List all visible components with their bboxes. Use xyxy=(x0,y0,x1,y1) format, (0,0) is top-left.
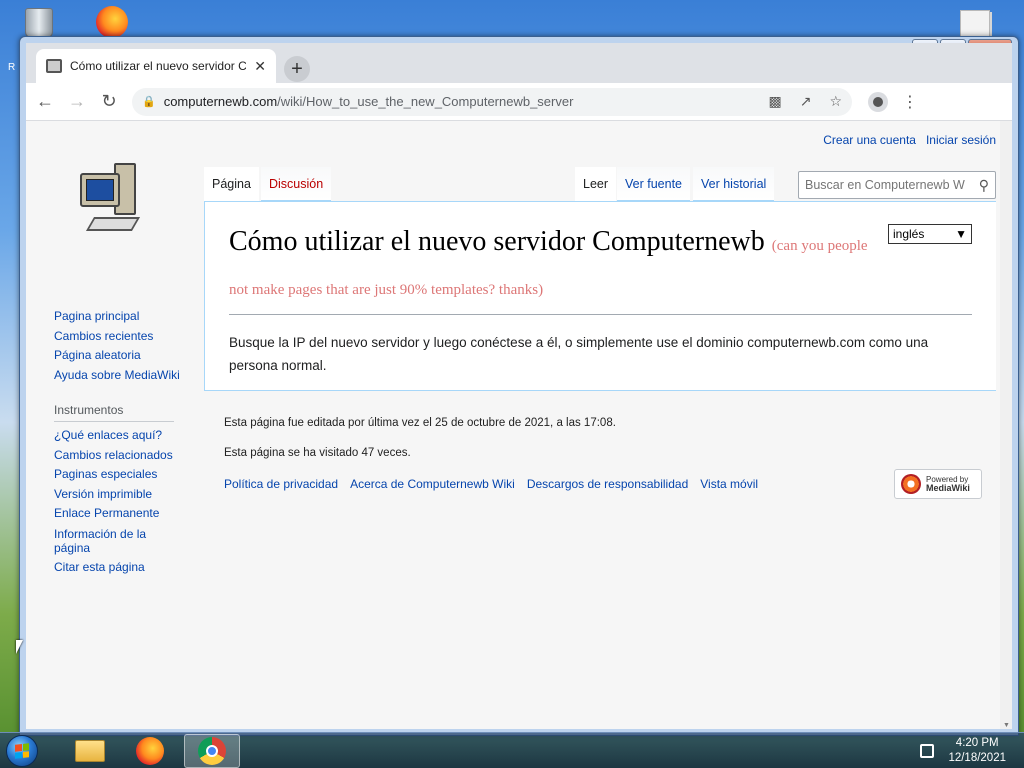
privacy-link[interactable]: Política de privacidad xyxy=(224,477,338,491)
folder-icon xyxy=(75,740,105,762)
firefox-icon xyxy=(136,737,164,765)
mouse-cursor-icon xyxy=(16,640,23,654)
login-link[interactable]: Iniciar sesión xyxy=(926,133,996,147)
browser-tab[interactable]: Cómo utilizar el nuevo servidor C ✕ xyxy=(36,49,276,83)
bookmark-star-icon[interactable]: ☆ xyxy=(829,93,842,110)
article-body: Busque la IP del nuevo servidor y luego … xyxy=(229,335,929,373)
tab-read-label: Leer xyxy=(583,176,609,191)
page-viewport: Crear una cuenta Iniciar sesión Pagina p… xyxy=(26,121,1012,729)
disclaimers-link[interactable]: Descargos de responsabilidad xyxy=(527,477,688,491)
sidebar-item-related-changes[interactable]: Cambios relacionados xyxy=(54,446,184,466)
search-icon[interactable]: ⚲ xyxy=(979,177,989,194)
powered-by-mediawiki-badge[interactable]: Powered by MediaWiki xyxy=(894,469,982,499)
sidebar-item-permalink[interactable]: Enlace Permanente xyxy=(54,504,184,524)
sidebar-item-main-page[interactable]: Pagina principal xyxy=(54,307,184,327)
site-logo[interactable] xyxy=(76,159,148,239)
sidebar: Pagina principal Cambios recientes Págin… xyxy=(54,307,184,577)
personal-tools: Crear una cuenta Iniciar sesión xyxy=(823,133,996,147)
tab-strip: Cómo utilizar el nuevo servidor C ✕ + xyxy=(26,43,1012,83)
share-icon[interactable]: ↗ xyxy=(800,93,812,110)
sidebar-item-special-pages[interactable]: Paginas especiales xyxy=(54,465,184,485)
profile-avatar-icon[interactable] xyxy=(868,91,888,112)
search-box: ⚲ xyxy=(798,171,996,199)
article-content: inglés ▼ Cómo utilizar el nuevo servidor… xyxy=(204,201,996,391)
scroll-down-arrow-icon[interactable]: ▼ xyxy=(1003,722,1010,729)
taskbar-firefox[interactable] xyxy=(122,734,178,768)
system-tray: 4:20 PM 12/18/2021 xyxy=(920,736,1006,766)
windows-logo-icon xyxy=(15,743,29,759)
desktop-label: R xyxy=(8,62,16,73)
chrome-icon xyxy=(198,737,226,765)
tab-history[interactable]: Ver historial xyxy=(693,167,775,201)
recycle-bin-icon[interactable] xyxy=(22,6,56,40)
tab-discussion[interactable]: Discusión xyxy=(261,167,332,201)
language-select-value: inglés xyxy=(893,227,925,241)
sidebar-item-random-page[interactable]: Página aleatoria xyxy=(54,346,184,366)
reload-icon[interactable]: ↻ xyxy=(96,91,122,112)
translate-icon[interactable]: ▩ xyxy=(768,93,781,110)
page-footer: Esta página fue editada por última vez e… xyxy=(224,417,982,499)
sidebar-tools-heading: Instrumentos xyxy=(54,403,174,422)
page-title-text: Cómo utilizar el nuevo servidor Computer… xyxy=(229,226,765,257)
tab-read[interactable]: Leer xyxy=(575,167,617,201)
network-icon[interactable] xyxy=(920,744,935,758)
browser-window: — ❐ ✕ Cómo utilizar el nuevo servidor C … xyxy=(19,36,1019,736)
badge-line2: MediaWiki xyxy=(926,483,970,493)
clock[interactable]: 4:20 PM 12/18/2021 xyxy=(948,736,1006,766)
tab-page[interactable]: Página xyxy=(204,167,259,201)
sidebar-item-what-links-here[interactable]: ¿Qué enlaces aquí? xyxy=(54,426,184,446)
tab-view-source[interactable]: Ver fuente xyxy=(617,167,690,201)
back-arrow-icon[interactable]: ← xyxy=(32,91,58,112)
computer-monitor-icon xyxy=(80,173,120,207)
scrollbar[interactable]: ▼ xyxy=(1000,121,1012,729)
url-host: computernewb.com xyxy=(163,94,278,109)
forward-arrow-icon[interactable]: → xyxy=(64,91,90,112)
search-input[interactable] xyxy=(805,178,979,192)
page-title: Cómo utilizar el nuevo servidor Computer… xyxy=(229,222,869,310)
start-button[interactable] xyxy=(6,735,46,767)
address-bar[interactable]: 🔒 computernewb.com/wiki/How_to_use_the_n… xyxy=(132,87,852,116)
computer-favicon-icon xyxy=(46,59,62,73)
menu-kebab-icon[interactable]: ⋮ xyxy=(902,92,918,112)
close-tab-icon[interactable]: ✕ xyxy=(254,58,266,75)
taskbar-explorer[interactable] xyxy=(62,734,118,768)
title-divider xyxy=(229,314,972,315)
create-account-link[interactable]: Crear una cuenta xyxy=(823,133,916,147)
mobile-view-link[interactable]: Vista móvil xyxy=(700,477,758,491)
page-tabs: Página Discusión Leer Ver fuente Ver his… xyxy=(204,167,996,201)
tab-discussion-label: Discusión xyxy=(269,176,324,191)
language-select[interactable]: inglés ▼ xyxy=(888,224,972,244)
sidebar-item-recent-changes[interactable]: Cambios recientes xyxy=(54,327,184,347)
view-count-info: Esta página se ha visitado 47 veces. xyxy=(224,447,411,459)
browser-toolbar: ← → ↻ 🔒 computernewb.com/wiki/How_to_use… xyxy=(26,83,1012,121)
taskbar-chrome[interactable] xyxy=(184,734,240,768)
about-link[interactable]: Acerca de Computernewb Wiki xyxy=(350,477,515,491)
sidebar-item-printable[interactable]: Versión imprimible xyxy=(54,485,184,505)
sidebar-item-page-info[interactable]: Información de la página xyxy=(54,527,184,555)
mediawiki-logo-icon xyxy=(901,474,921,494)
tab-view-source-label: Ver fuente xyxy=(625,176,682,191)
firefox-desktop-icon[interactable] xyxy=(96,6,130,40)
taskbar: 4:20 PM 12/18/2021 xyxy=(0,732,1024,768)
chevron-down-icon: ▼ xyxy=(955,227,967,241)
new-tab-button[interactable]: + xyxy=(284,56,310,82)
lock-icon[interactable]: 🔒 xyxy=(142,95,156,108)
footer-links: Política de privacidad Acerca de Compute… xyxy=(224,477,982,491)
sidebar-item-cite[interactable]: Citar esta página xyxy=(54,558,184,578)
tab-title: Cómo utilizar el nuevo servidor C xyxy=(70,59,247,73)
last-edit-info: Esta página fue editada por última vez e… xyxy=(224,417,616,429)
tab-page-label: Página xyxy=(212,176,251,191)
tab-history-label: Ver historial xyxy=(701,176,767,191)
url-path: /wiki/How_to_use_the_new_Computernewb_se… xyxy=(277,94,574,109)
sidebar-item-help[interactable]: Ayuda sobre MediaWiki xyxy=(54,366,184,386)
clock-date: 12/18/2021 xyxy=(948,752,1006,764)
clock-time: 4:20 PM xyxy=(955,737,999,749)
keyboard-icon xyxy=(85,217,141,231)
